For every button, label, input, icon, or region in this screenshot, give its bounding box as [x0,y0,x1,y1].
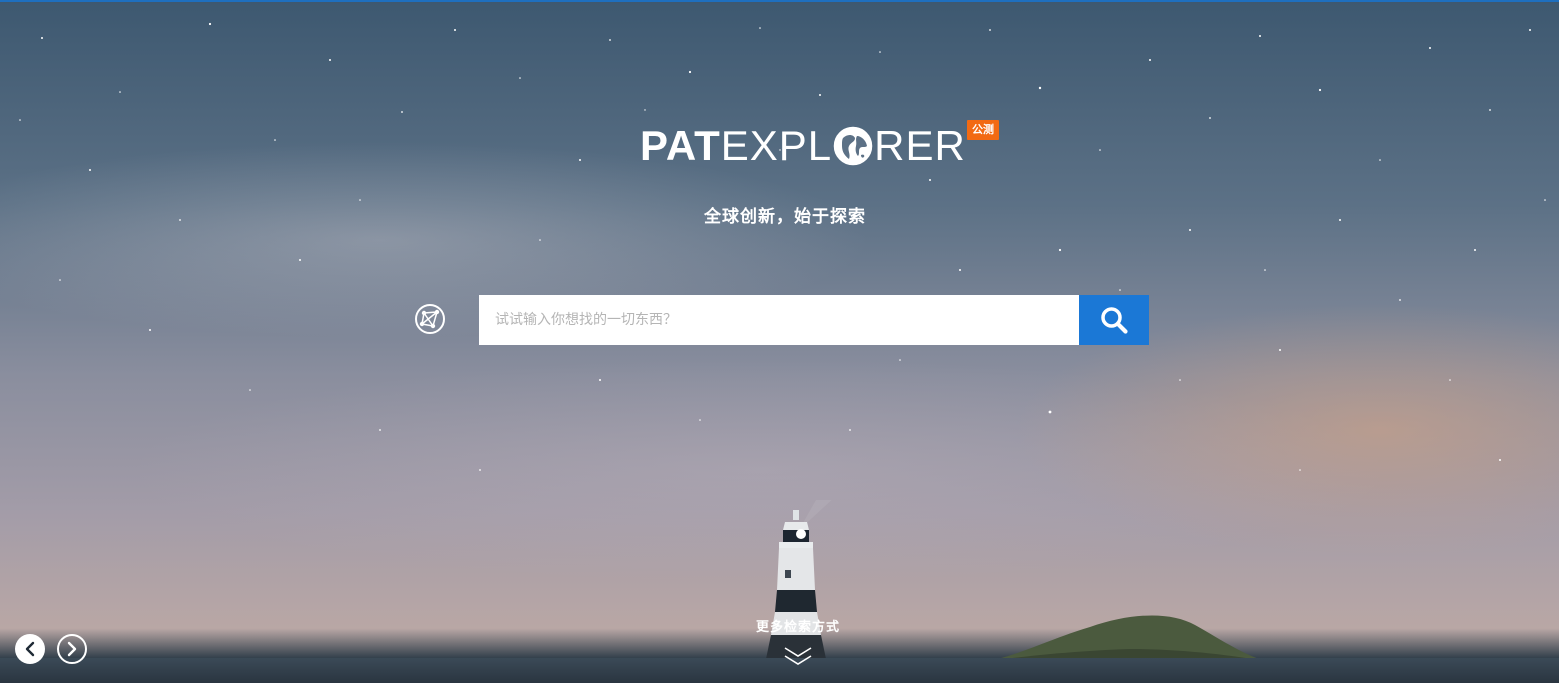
more-search-label: 更多检索方式 [755,620,840,635]
search-icon [1101,307,1128,334]
carousel-prev-button[interactable] [15,634,45,664]
globe-icon [833,126,873,166]
island-silhouette [988,615,1265,661]
slogan: 全球创新，始于探索 [704,207,866,227]
search-mode-icon[interactable] [413,302,447,336]
logo-text-expl: EXPL [720,122,833,169]
hero-background: PAT EXPL RER 公测 全球创新，始于探索 更多检索方式 [0,0,1559,683]
more-search-link[interactable]: 更多检索方式 [720,614,876,674]
logo-text-rer: RER [874,122,966,169]
logo-text-pat: PAT [640,122,721,169]
patexplorer-logo: PAT EXPL RER [640,116,970,176]
chevron-left-icon [25,641,35,657]
chevron-down-icon [784,647,812,665]
carousel-next-button[interactable] [57,634,87,664]
beta-badge: 公测 [967,120,999,140]
search-button[interactable] [1079,295,1149,345]
chevron-right-icon [67,641,77,657]
search-input[interactable] [479,295,1079,345]
